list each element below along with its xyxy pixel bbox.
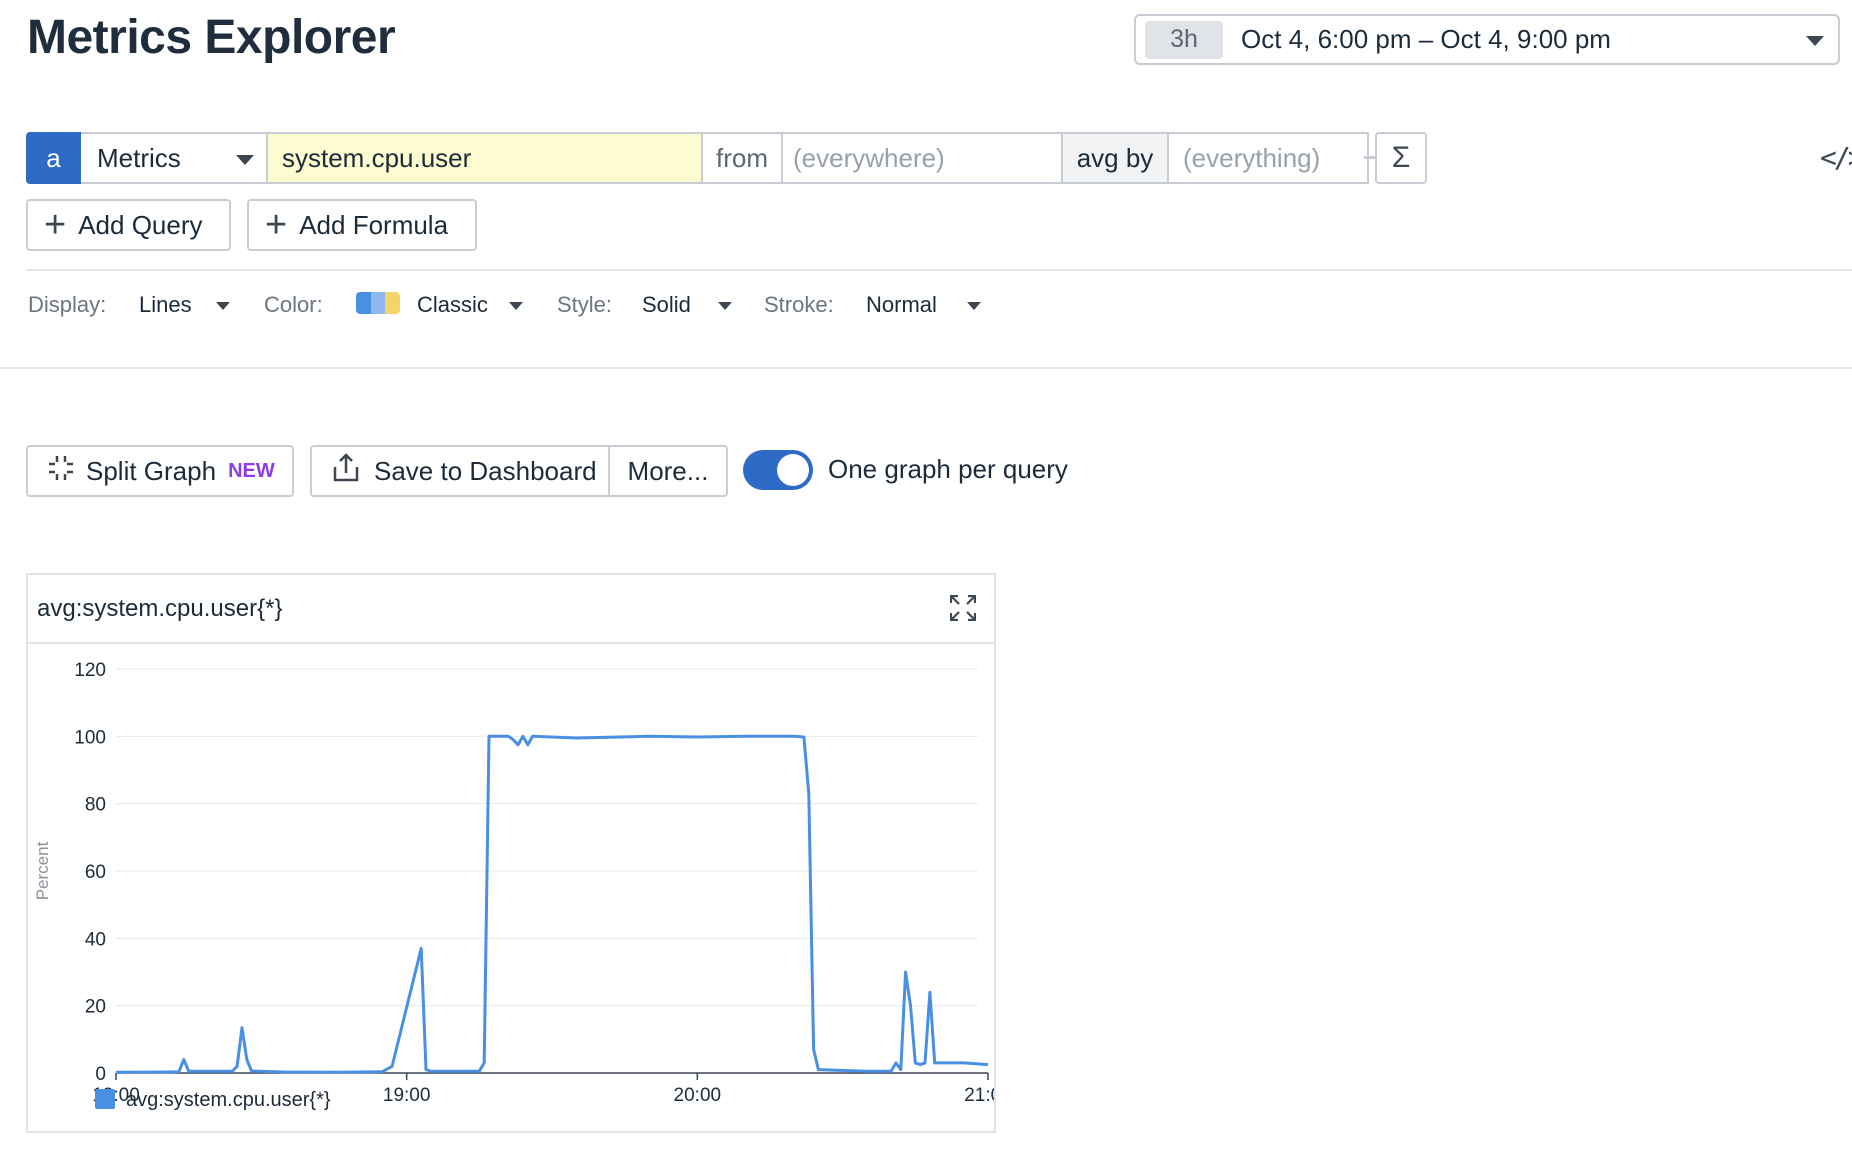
chevron-down-icon xyxy=(236,155,254,165)
time-range-text: Oct 4, 6:00 pm – Oct 4, 9:00 pm xyxy=(1241,24,1611,54)
divider xyxy=(26,269,1852,271)
data-source-label: Metrics xyxy=(97,142,181,173)
y-tick-label: 60 xyxy=(85,862,106,883)
page-title: Metrics Explorer xyxy=(27,11,396,64)
color-palette-swatch[interactable] xyxy=(356,292,400,314)
query-row: a Metrics system.cpu.user from (everywhe… xyxy=(26,132,1369,184)
code-icon[interactable]: </> xyxy=(1820,141,1852,174)
legend-swatch xyxy=(95,1089,115,1109)
one-graph-per-query-toggle[interactable] xyxy=(743,450,813,490)
legend-label: avg:system.cpu.user{*} xyxy=(126,1089,331,1111)
plus-icon: + xyxy=(265,204,288,246)
split-graph-label: Split Graph xyxy=(86,455,217,486)
y-tick-label: 40 xyxy=(85,929,106,950)
metric-input[interactable]: system.cpu.user xyxy=(268,132,703,184)
y-tick-label: 120 xyxy=(74,660,106,681)
toggle-knob xyxy=(777,454,809,486)
query-letter-badge[interactable]: a xyxy=(26,132,81,184)
display-label: Display: xyxy=(28,292,107,317)
avg-by-label: avg by xyxy=(1063,132,1169,184)
palette-swatch xyxy=(385,292,400,314)
sigma-function-button[interactable]: Σ xyxy=(1375,132,1427,184)
x-tick-label: 20:00 xyxy=(674,1085,722,1106)
add-formula-button[interactable]: + Add Formula xyxy=(247,199,477,251)
y-tick-label: 0 xyxy=(95,1064,106,1085)
style-label: Style: xyxy=(557,292,613,317)
chevron-down-icon[interactable] xyxy=(967,302,981,310)
time-range-badge: 3h xyxy=(1145,20,1223,59)
style-select[interactable]: Solid xyxy=(642,290,691,320)
y-axis-label: Percent xyxy=(33,841,52,900)
graph-panel-header: avg:system.cpu.user{*} xyxy=(28,575,994,644)
from-label: from xyxy=(703,132,783,184)
save-button-group: Save to Dashboard More... xyxy=(310,445,728,497)
more-button[interactable]: More... xyxy=(610,447,726,495)
graph-title: avg:system.cpu.user{*} xyxy=(37,594,283,622)
y-tick-label: 100 xyxy=(74,727,106,748)
y-tick-label: 20 xyxy=(85,997,106,1018)
stroke-label: Stroke: xyxy=(764,292,834,317)
timeseries-chart[interactable]: 02040608010012018:0019:0020:0021:00Perce… xyxy=(28,644,994,1131)
chevron-down-icon xyxy=(1806,36,1824,46)
palette-swatch xyxy=(370,292,386,314)
from-scope-input[interactable]: (everywhere) xyxy=(783,132,1063,184)
y-tick-label: 80 xyxy=(85,795,106,816)
color-select[interactable]: Classic xyxy=(417,290,488,320)
divider xyxy=(0,367,1852,369)
display-select[interactable]: Lines xyxy=(139,290,192,320)
save-to-dashboard-label: Save to Dashboard xyxy=(374,455,597,486)
toggle-label: One graph per query xyxy=(828,454,1068,484)
upload-icon xyxy=(332,452,360,490)
chevron-down-icon[interactable] xyxy=(718,302,732,310)
chevron-down-icon[interactable] xyxy=(216,302,230,310)
chevron-down-icon[interactable] xyxy=(509,302,523,310)
expand-icon[interactable] xyxy=(949,594,977,628)
add-formula-label: Add Formula xyxy=(299,209,449,240)
plus-icon: + xyxy=(44,204,67,246)
color-label: Color: xyxy=(264,292,323,317)
series-line xyxy=(115,734,989,1074)
add-query-button[interactable]: + Add Query xyxy=(26,199,231,251)
stroke-select[interactable]: Normal xyxy=(866,290,937,320)
add-query-label: Add Query xyxy=(78,209,203,240)
split-grid-icon xyxy=(48,455,74,488)
avg-by-input[interactable]: (everything) xyxy=(1169,132,1369,184)
data-source-select[interactable]: Metrics xyxy=(81,132,268,184)
graph-panel: avg:system.cpu.user{*} 0 20 40 60 80 100 120 18… xyxy=(26,573,996,1133)
new-badge: NEW xyxy=(228,459,275,482)
split-graph-button[interactable]: Split Graph NEW xyxy=(26,445,294,497)
x-tick-label: 21:00 xyxy=(964,1085,994,1106)
time-range-picker[interactable]: 3h Oct 4, 6:00 pm – Oct 4, 9:00 pm xyxy=(1134,14,1840,65)
x-tick-label: 19:00 xyxy=(383,1085,431,1106)
save-to-dashboard-button[interactable]: Save to Dashboard xyxy=(312,447,610,495)
palette-swatch xyxy=(356,292,371,314)
